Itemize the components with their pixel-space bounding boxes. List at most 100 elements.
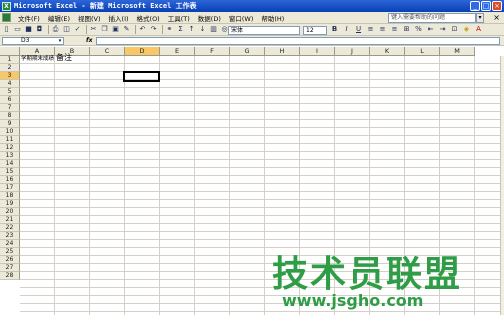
open-icon[interactable]: ▭ — [13, 25, 22, 34]
menu-edit[interactable]: 编辑(E) — [44, 13, 74, 23]
column-header-e[interactable]: E — [160, 47, 195, 56]
row-header-4[interactable]: 4 — [0, 80, 20, 88]
row-header-3[interactable]: 3 — [0, 72, 20, 80]
menu-window[interactable]: 窗口(W) — [225, 13, 258, 23]
cut-icon[interactable]: ✂ — [89, 25, 98, 34]
font-color-icon[interactable]: A — [474, 25, 483, 34]
formula-bar: D3 ▾ fx — [0, 36, 504, 46]
bold-button[interactable]: B — [330, 25, 339, 34]
increase-indent-icon[interactable]: ⇥ — [438, 25, 447, 34]
column-header-d[interactable]: D — [125, 47, 160, 56]
permission-icon[interactable]: ◘ — [35, 25, 44, 34]
help-dropdown-icon[interactable]: ▾ — [476, 13, 484, 23]
row-header-6[interactable]: 6 — [0, 96, 20, 104]
row-header-1[interactable]: 1 — [0, 56, 20, 64]
hyperlink-icon[interactable]: ⚭ — [165, 25, 174, 34]
row-header-9[interactable]: 9 — [0, 120, 20, 128]
column-header-l[interactable]: L — [405, 47, 440, 56]
row-header-17[interactable]: 17 — [0, 184, 20, 192]
percent-icon[interactable]: % — [414, 25, 423, 34]
row-header-20[interactable]: 20 — [0, 208, 20, 216]
row-header-21[interactable]: 21 — [0, 216, 20, 224]
decrease-indent-icon[interactable]: ⇤ — [426, 25, 435, 34]
borders-icon[interactable]: ⊡ — [450, 25, 459, 34]
row-header-14[interactable]: 14 — [0, 160, 20, 168]
copy-icon[interactable]: ❐ — [100, 25, 109, 34]
row-header-10[interactable]: 10 — [0, 128, 20, 136]
row-header-27[interactable]: 27 — [0, 264, 20, 272]
redo-icon[interactable]: ↷ — [149, 25, 158, 34]
menu-bar: 文件(F) 编辑(E) 视图(V) 插入(I) 格式(O) 工具(T) 数据(D… — [0, 12, 504, 24]
select-all-corner[interactable] — [0, 47, 20, 56]
underline-button[interactable]: U — [354, 25, 363, 34]
cell-a1[interactable]: 学期期末成绩 — [21, 55, 54, 63]
autosum-icon[interactable]: Σ — [176, 25, 185, 34]
row-header-24[interactable]: 24 — [0, 240, 20, 248]
align-center-icon[interactable]: ≡ — [378, 25, 387, 34]
new-icon[interactable]: ▯ — [2, 25, 11, 34]
row-header-22[interactable]: 22 — [0, 224, 20, 232]
column-header-g[interactable]: G — [230, 47, 265, 56]
spelling-icon[interactable]: ✓ — [73, 25, 82, 34]
format-painter-icon[interactable]: ✎ — [122, 25, 131, 34]
italic-button[interactable]: I — [342, 25, 351, 34]
align-left-icon[interactable]: ≡ — [366, 25, 375, 34]
column-header-k[interactable]: K — [370, 47, 405, 56]
print-preview-icon[interactable]: ◫ — [62, 25, 71, 34]
menu-tools[interactable]: 工具(T) — [164, 13, 194, 23]
close-workbook-icon[interactable]: × — [493, 13, 500, 23]
row-header-11[interactable]: 11 — [0, 136, 20, 144]
column-header-c[interactable]: C — [90, 47, 125, 56]
column-header-i[interactable]: I — [300, 47, 335, 56]
menu-file[interactable]: 文件(F) — [14, 13, 44, 23]
cell-b1[interactable]: 备注 — [56, 53, 72, 63]
menu-view[interactable]: 视图(V) — [74, 13, 105, 23]
row-header-28[interactable]: 28 — [0, 272, 20, 280]
column-header-f[interactable]: F — [195, 47, 230, 56]
row-header-5[interactable]: 5 — [0, 88, 20, 96]
print-icon[interactable]: ⎙ — [51, 25, 60, 34]
row-header-25[interactable]: 25 — [0, 248, 20, 256]
column-header-h[interactable]: H — [265, 47, 300, 56]
align-right-icon[interactable]: ≡ — [390, 25, 399, 34]
row-header-18[interactable]: 18 — [0, 192, 20, 200]
minimize-button[interactable]: _ — [470, 1, 480, 11]
maximize-button[interactable]: □ — [481, 1, 491, 11]
row-header-12[interactable]: 12 — [0, 144, 20, 152]
column-header-m[interactable]: M — [440, 47, 475, 56]
workbook-icon[interactable] — [2, 13, 11, 22]
font-size-select[interactable]: 12 — [303, 26, 327, 35]
name-box-dropdown-icon[interactable]: ▾ — [56, 37, 64, 45]
undo-icon[interactable]: ↶ — [138, 25, 147, 34]
row-header-26[interactable]: 26 — [0, 256, 20, 264]
selected-cell-d3[interactable] — [123, 71, 160, 82]
close-button[interactable]: × — [492, 1, 502, 11]
row-header-23[interactable]: 23 — [0, 232, 20, 240]
row-header-2[interactable]: 2 — [0, 64, 20, 72]
formula-input[interactable] — [96, 37, 500, 45]
chart-wizard-icon[interactable]: ▥ — [209, 25, 218, 34]
paste-icon[interactable]: ▣ — [111, 25, 120, 34]
menu-help[interactable]: 帮助(H) — [257, 13, 288, 23]
merge-center-icon[interactable]: ⊞ — [402, 25, 411, 34]
vertical-scrollbar[interactable] — [500, 56, 504, 315]
formatting-buttons: B I U ≡ ≡ ≡ ⊞ % ⇤ ⇥ ⊡ ◈ A — [330, 25, 486, 34]
insert-function-icon[interactable]: fx — [86, 37, 92, 44]
menu-format[interactable]: 格式(O) — [133, 13, 164, 23]
font-name-select[interactable]: 宋体 — [228, 26, 300, 35]
row-header-16[interactable]: 16 — [0, 176, 20, 184]
row-header-13[interactable]: 13 — [0, 152, 20, 160]
row-header-7[interactable]: 7 — [0, 104, 20, 112]
help-search-input[interactable]: 键入需要帮助的问题 — [388, 13, 476, 23]
save-icon[interactable]: ■ — [24, 25, 33, 34]
row-header-19[interactable]: 19 — [0, 200, 20, 208]
row-header-8[interactable]: 8 — [0, 112, 20, 120]
row-header-15[interactable]: 15 — [0, 168, 20, 176]
sort-ascending-icon[interactable]: ↑ — [187, 25, 196, 34]
fill-color-icon[interactable]: ◈ — [462, 25, 471, 34]
sort-descending-icon[interactable]: ↓ — [198, 25, 207, 34]
menu-insert[interactable]: 插入(I) — [105, 13, 133, 23]
name-box[interactable]: D3 — [2, 37, 64, 45]
menu-data[interactable]: 数据(D) — [194, 13, 225, 23]
column-header-j[interactable]: J — [335, 47, 370, 56]
